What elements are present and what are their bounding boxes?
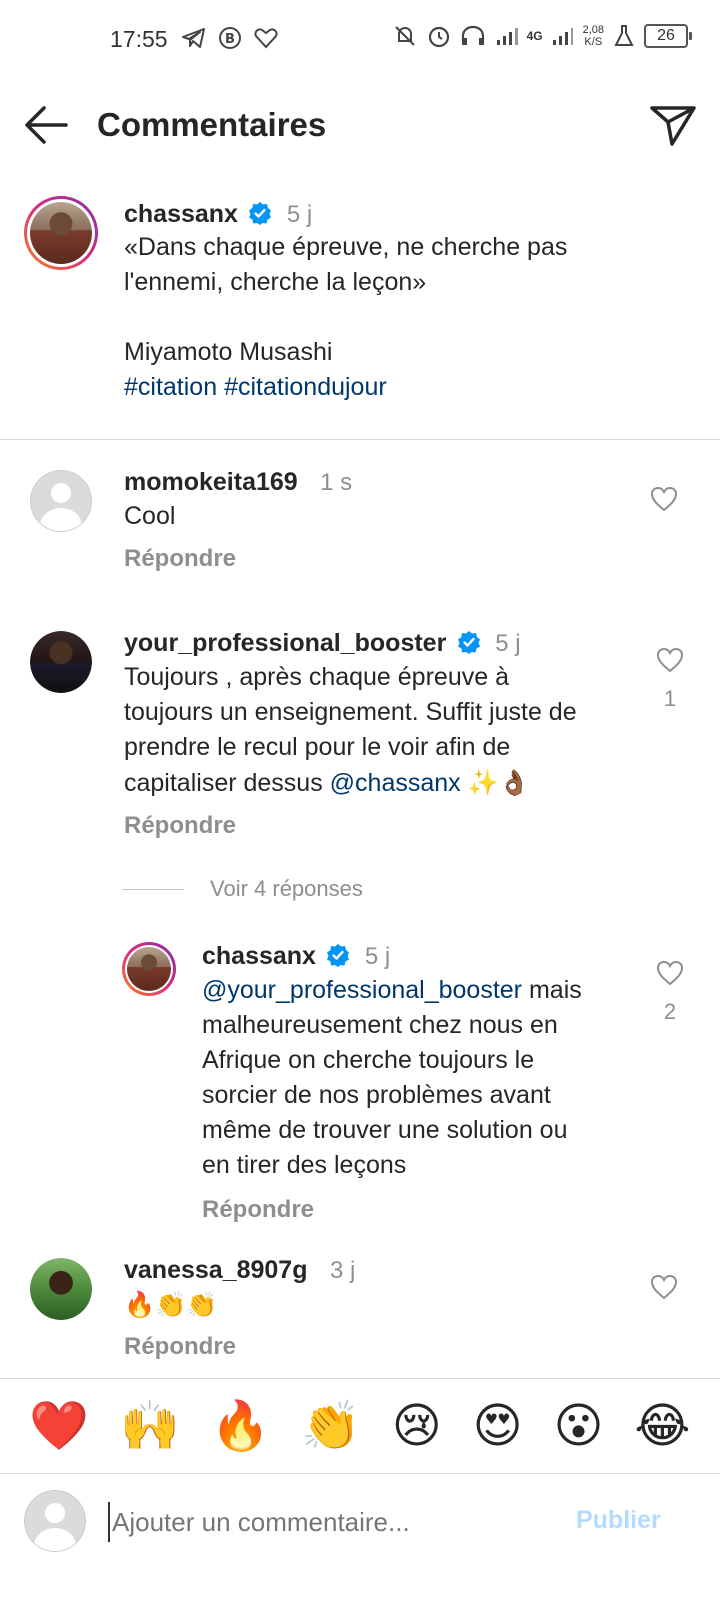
comment-input[interactable] <box>108 1502 538 1542</box>
caption-line: l'ennemi, cherche la leçon» <box>124 268 427 296</box>
b-badge-icon: B <box>216 24 244 52</box>
comment-line: capitaliser dessus <box>124 769 330 797</box>
comment-header: vanessa_8907g 3 j <box>124 1256 355 1285</box>
comment-time: 5 j <box>364 943 391 970</box>
comment-username[interactable]: vanessa_8907g <box>124 1256 307 1284</box>
comment-text: @your_professional_booster mais malheure… <box>202 973 632 1183</box>
mention-link[interactable]: @chassanx <box>330 769 461 797</box>
headphones-icon <box>459 22 487 50</box>
avatar <box>24 1490 86 1552</box>
avatar[interactable] <box>122 942 176 996</box>
hashtag-link[interactable]: #citationdujour <box>224 373 387 401</box>
emoji-fire-button[interactable]: 🔥 <box>211 1398 271 1454</box>
comment-username[interactable]: your_professional_booster <box>124 629 446 657</box>
avatar[interactable] <box>24 196 98 270</box>
emoji-surprised-button[interactable]: 😮 <box>554 1398 604 1454</box>
reply-button[interactable]: Répondre <box>202 1196 314 1224</box>
emoji-heart-eyes-button[interactable]: 😍 <box>473 1398 523 1454</box>
like-heart-icon[interactable] <box>656 647 684 673</box>
back-arrow-icon[interactable] <box>22 102 72 148</box>
emoji-laughing-button[interactable]: 😂 <box>634 1398 690 1454</box>
avatar[interactable] <box>30 1258 92 1320</box>
comment-username[interactable]: chassanx <box>202 942 316 970</box>
speed-unit: K/S <box>584 36 603 48</box>
comment-emojis: ✨👌🏾 <box>467 768 530 797</box>
flask-icon <box>610 22 638 50</box>
comment-time: 3 j <box>329 1257 356 1284</box>
caption-line: «Dans chaque épreuve, ne cherche pas <box>124 233 568 261</box>
comment-line: malheureusement chez nous en <box>202 1011 558 1039</box>
alarm-icon <box>425 22 453 50</box>
mention-link[interactable]: @your_professional_booster <box>202 976 522 1004</box>
heart-shield-icon <box>252 24 280 52</box>
signal-icon <box>493 22 521 50</box>
telegram-icon <box>180 24 208 52</box>
view-replies-label: Voir 4 réponses <box>210 876 363 901</box>
comment-line: Toujours , après chaque épreuve à <box>124 663 509 691</box>
comment-line: mais <box>522 976 582 1004</box>
status-notification-icons: B <box>180 24 280 52</box>
like-heart-icon[interactable] <box>650 1274 678 1300</box>
direct-send-icon[interactable] <box>648 102 698 148</box>
verified-badge-icon <box>327 944 350 967</box>
comment-text: Toujours , après chaque épreuve à toujou… <box>124 660 644 801</box>
svg-text:B: B <box>225 32 235 47</box>
comment-line: toujours un enseignement. Suffit juste d… <box>124 698 577 726</box>
avatar[interactable] <box>30 470 92 532</box>
battery-indicator: 26 <box>644 24 692 48</box>
reply-button[interactable]: Répondre <box>124 812 236 840</box>
avatar[interactable] <box>30 631 92 693</box>
caption-header: chassanx 5 j <box>124 200 312 229</box>
divider <box>122 888 184 890</box>
like-heart-icon[interactable] <box>656 960 684 986</box>
page-title: Commentaires <box>97 106 327 143</box>
verified-badge-icon <box>457 631 480 654</box>
reply-button[interactable]: Répondre <box>124 1333 236 1361</box>
emoji-quick-bar: ❤️ 🙌 🔥 👏 😢 😍 😮 😂 <box>0 1378 720 1473</box>
status-bar: 17:55 B 4G 2,08 K/S 26 <box>0 0 720 80</box>
like-heart-icon[interactable] <box>650 486 678 512</box>
view-replies-button[interactable]: Voir 4 réponses <box>122 876 363 902</box>
comment-line: Afrique on cherche toujours le <box>202 1046 535 1074</box>
comment-line: sorcier de nos problèmes avant <box>202 1081 551 1109</box>
publish-button[interactable]: Publier <box>576 1506 661 1535</box>
divider <box>0 439 720 440</box>
comment-line: en tirer des leçons <box>202 1151 407 1179</box>
comment-composer: Publier <box>0 1473 720 1599</box>
verified-badge-icon <box>249 202 272 225</box>
reply-button[interactable]: Répondre <box>124 545 236 573</box>
comment-line: prendre le recul pour le voir afin de <box>124 733 511 761</box>
like-count: 2 <box>663 999 677 1024</box>
speed-value: 2,08 <box>582 24 604 36</box>
like-count: 1 <box>663 686 677 711</box>
signal-4g-icon <box>549 22 577 50</box>
network-type: 4G <box>526 29 543 43</box>
network-speed: 2,08 K/S <box>583 24 604 48</box>
caption-time: 5 j <box>286 201 313 228</box>
emoji-heart-button[interactable]: ❤️ <box>29 1398 89 1454</box>
status-time: 17:55 <box>110 26 168 52</box>
caption-username[interactable]: chassanx <box>124 200 238 228</box>
comment-line: même de trouver une solution ou <box>202 1116 568 1144</box>
status-system-icons: 4G 2,08 K/S 26 <box>391 22 692 50</box>
comment-header: chassanx 5 j <box>202 942 390 971</box>
emoji-clap-button[interactable]: 👏 <box>301 1398 361 1454</box>
comment-time: 5 j <box>495 630 521 657</box>
emoji-raised-hands-button[interactable]: 🙌 <box>120 1398 180 1454</box>
comment-text: 🔥👏👏 <box>124 1290 218 1319</box>
comment-text: Cool <box>124 502 176 530</box>
header: Commentaires <box>0 80 720 170</box>
emoji-crying-button[interactable]: 😢 <box>392 1398 442 1454</box>
caption-text: «Dans chaque épreuve, ne cherche pas l'e… <box>124 230 694 405</box>
hashtag-link[interactable]: #citation <box>124 373 217 401</box>
comment-time: 1 s <box>320 469 353 496</box>
caption-author: Miyamoto Musashi <box>124 338 333 366</box>
comment-header: momokeita169 1 s <box>124 468 352 497</box>
comment-username[interactable]: momokeita169 <box>124 468 298 496</box>
bell-muted-icon <box>391 22 419 50</box>
comment-header: your_professional_booster 5 j <box>124 629 521 658</box>
